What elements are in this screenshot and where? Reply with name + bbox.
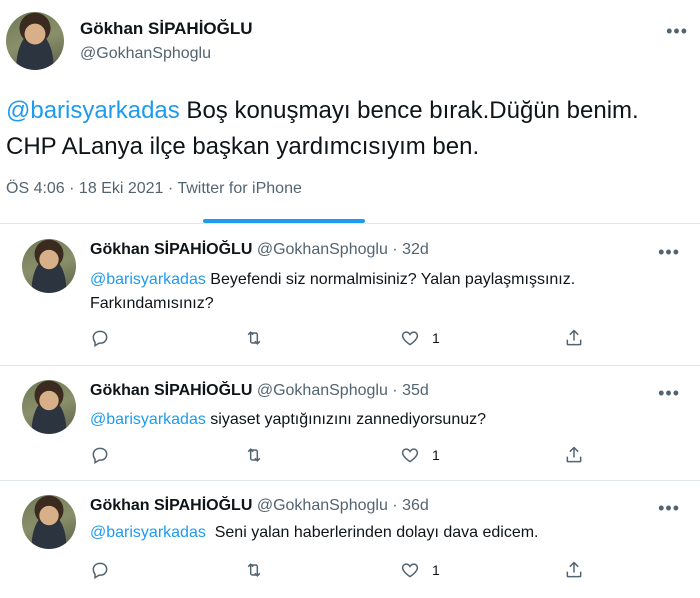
avatar[interactable] (22, 380, 76, 434)
reply-icon (92, 447, 108, 464)
like-button[interactable]: 1 (400, 560, 440, 580)
author-handle[interactable]: @GokhanSphoglu (257, 241, 388, 258)
retweet-button[interactable] (244, 560, 264, 580)
mention-link[interactable]: @barisyarkadas (90, 411, 206, 428)
mention-link[interactable]: @barisyarkadas (90, 271, 206, 288)
timestamp[interactable]: 36d (402, 497, 429, 514)
share-button[interactable] (564, 445, 584, 465)
avatar[interactable] (22, 239, 76, 293)
author-handle[interactable]: @GokhanSphoglu (80, 45, 211, 63)
more-icon[interactable]: ••• (658, 384, 680, 402)
reply-header: Gökhan SİPAHİOĞLU @GokhanSphoglu · 35d (90, 382, 429, 400)
action-bar: 1 (90, 328, 600, 350)
reply-text: @barisyarkadas Beyefendi siz normalmisin… (90, 268, 650, 316)
reply-text: @barisyarkadas siyaset yaptığınızını zan… (90, 408, 650, 432)
retweet-icon (247, 448, 261, 462)
reply-icon (92, 330, 108, 347)
share-icon (566, 561, 582, 578)
like-button[interactable]: 1 (400, 328, 440, 348)
timestamp[interactable]: 32d (402, 241, 429, 258)
author-name[interactable]: Gökhan SİPAHİOĞLU (80, 19, 253, 39)
like-count: 1 (432, 562, 440, 578)
reply-body: siyaset yaptığınızını zannediyorsunuz? (205, 411, 487, 428)
separator: · (392, 497, 398, 514)
share-button[interactable] (564, 328, 584, 348)
reply-body: Seni yalan haberlerinden dolayı dava edi… (205, 524, 539, 541)
tweet-text: @barisyarkadas Boş konuşmayı bence bırak… (6, 93, 686, 165)
more-icon[interactable]: ••• (658, 243, 680, 261)
reply-button[interactable] (90, 445, 110, 465)
retweet-icon (247, 563, 261, 577)
retweet-button[interactable] (244, 328, 264, 348)
heart-icon (401, 563, 419, 578)
author-name[interactable]: Gökhan SİPAHİOĞLU (90, 497, 252, 514)
mention-link[interactable]: @barisyarkadas (6, 97, 180, 124)
avatar[interactable] (6, 12, 64, 70)
reply-header: Gökhan SİPAHİOĞLU @GokhanSphoglu · 36d (90, 497, 429, 515)
reply-button[interactable] (90, 560, 110, 580)
like-count: 1 (432, 330, 440, 346)
action-bar: 1 (90, 560, 600, 582)
reply-text: @barisyarkadas Seni yalan haberlerinden … (90, 521, 650, 545)
author-name[interactable]: Gökhan SİPAHİOĞLU (90, 241, 252, 258)
retweet-button[interactable] (244, 445, 264, 465)
separator: · (392, 382, 398, 399)
reply-tweet[interactable]: Gökhan SİPAHİOĞLU @GokhanSphoglu · 36d •… (0, 481, 700, 598)
reply-tweet[interactable]: Gökhan SİPAHİOĞLU @GokhanSphoglu · 32d •… (0, 225, 700, 365)
more-icon[interactable]: ••• (666, 22, 688, 40)
retweet-icon (247, 331, 261, 345)
action-bar: 1 (90, 445, 600, 467)
avatar[interactable] (22, 495, 76, 549)
like-count: 1 (432, 447, 440, 463)
timestamp[interactable]: 35d (402, 382, 429, 399)
author-name[interactable]: Gökhan SİPAHİOĞLU (90, 382, 252, 399)
author-handle[interactable]: @GokhanSphoglu (257, 382, 388, 399)
heart-icon (401, 331, 419, 346)
mention-link[interactable]: @barisyarkadas (90, 524, 206, 541)
reply-tweet[interactable]: Gökhan SİPAHİOĞLU @GokhanSphoglu · 35d •… (0, 366, 700, 480)
share-icon (566, 329, 582, 346)
divider (0, 223, 700, 224)
author-handle[interactable]: @GokhanSphoglu (257, 497, 388, 514)
like-button[interactable]: 1 (400, 445, 440, 465)
heart-icon (401, 448, 419, 463)
share-button[interactable] (564, 560, 584, 580)
more-icon[interactable]: ••• (658, 499, 680, 517)
tweet-meta[interactable]: ÖS 4:06 · 18 Eki 2021 · Twitter for iPho… (6, 180, 302, 198)
reply-header: Gökhan SİPAHİOĞLU @GokhanSphoglu · 32d (90, 241, 429, 259)
reply-button[interactable] (90, 328, 110, 348)
reply-icon (92, 562, 108, 579)
share-icon (566, 446, 582, 463)
separator: · (392, 241, 398, 258)
